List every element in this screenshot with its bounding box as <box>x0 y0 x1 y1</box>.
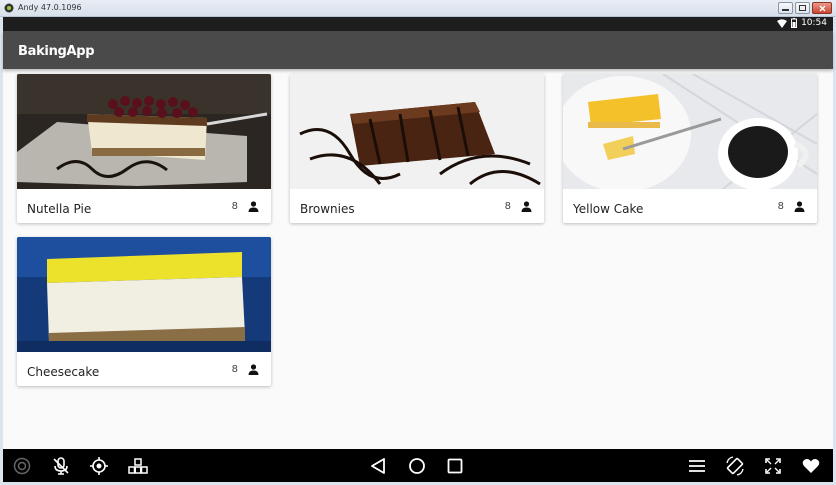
person-icon <box>248 201 259 212</box>
recipe-name: Yellow Cake <box>573 202 644 216</box>
keyboard-keys-icon <box>128 458 148 474</box>
camera-button[interactable] <box>11 455 33 477</box>
recents-square-icon <box>447 458 463 474</box>
crosshair-icon <box>90 457 108 475</box>
mic-mute-button[interactable] <box>50 455 72 477</box>
camera-icon <box>13 457 31 475</box>
heart-icon <box>802 459 820 473</box>
screen-rotation-icon <box>726 456 744 476</box>
window-title: Andy 47.0.1096 <box>18 3 82 12</box>
app-title: BakingApp <box>18 44 95 59</box>
status-time: 10:54 <box>801 18 827 28</box>
recipe-grid: Nutella Pie 8 Brownies 8 Yellow Cake 8 C… <box>3 69 833 449</box>
back-triangle-icon <box>371 458 385 474</box>
recipe-card-brownies[interactable]: Brownies 8 <box>290 74 544 223</box>
person-icon <box>794 201 805 212</box>
window-controls <box>778 2 832 14</box>
maximize-button[interactable] <box>795 2 810 14</box>
recipe-image-brownies <box>290 74 544 189</box>
recipe-name: Nutella Pie <box>27 202 92 216</box>
recipe-name: Brownies <box>300 202 355 216</box>
recipe-card-footer: Cheesecake 8 <box>17 352 271 386</box>
app-toolbar: BakingApp <box>3 31 833 69</box>
navigation-bar <box>3 449 833 482</box>
battery-icon <box>791 18 798 28</box>
recipe-card-yellow-cake[interactable]: Yellow Cake 8 <box>563 74 817 223</box>
person-icon <box>521 201 532 212</box>
recipe-card-footer: Nutella Pie 8 <box>17 189 271 223</box>
andy-app-icon <box>4 3 14 13</box>
recipe-card-footer: Yellow Cake 8 <box>563 189 817 223</box>
emulator-screen: 10:54 BakingApp Nutella Pie 8 Brownies 8… <box>3 17 833 482</box>
home-button[interactable] <box>406 455 428 477</box>
keymap-button[interactable] <box>127 455 149 477</box>
minimize-button[interactable] <box>778 2 793 14</box>
back-button[interactable] <box>367 455 389 477</box>
recipe-image-yellow-cake <box>563 74 817 189</box>
recipe-image-nutella-pie <box>17 74 271 189</box>
minimize-icon <box>782 8 789 11</box>
close-icon <box>819 5 825 11</box>
location-button[interactable] <box>88 455 110 477</box>
recipe-servings: 8 <box>231 364 238 375</box>
mic-off-icon <box>53 457 69 475</box>
recipe-name: Cheesecake <box>27 365 100 379</box>
close-button[interactable] <box>812 2 832 14</box>
fullscreen-button[interactable] <box>762 455 784 477</box>
hamburger-menu-icon <box>689 460 705 472</box>
recipe-card-nutella-pie[interactable]: Nutella Pie 8 <box>17 74 271 223</box>
menu-button[interactable] <box>686 455 708 477</box>
recipe-servings: 8 <box>777 201 784 212</box>
recipe-servings: 8 <box>231 201 238 212</box>
rotate-button[interactable] <box>724 455 746 477</box>
fullscreen-icon <box>765 458 781 474</box>
person-icon <box>248 364 259 375</box>
home-circle-icon <box>409 458 425 474</box>
status-icons: 10:54 <box>777 18 827 28</box>
recents-button[interactable] <box>444 455 466 477</box>
wifi-icon <box>777 18 788 28</box>
favorite-button[interactable] <box>800 455 822 477</box>
recipe-card-footer: Brownies 8 <box>290 189 544 223</box>
android-status-bar: 10:54 <box>3 17 833 31</box>
window-titlebar: Andy 47.0.1096 <box>0 0 836 17</box>
maximize-icon <box>799 5 806 11</box>
recipe-servings: 8 <box>504 201 511 212</box>
recipe-image-cheesecake <box>17 237 271 352</box>
recipe-card-cheesecake[interactable]: Cheesecake 8 <box>17 237 271 386</box>
